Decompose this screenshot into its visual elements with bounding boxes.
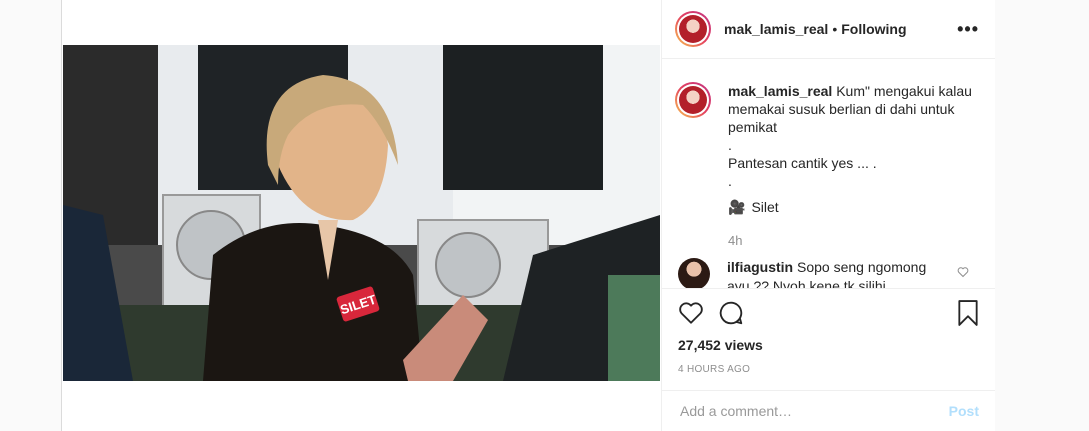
- caption-line: memakai susuk berlian di dahi untuk: [728, 101, 955, 117]
- caption-line: .: [728, 173, 732, 189]
- commenter-avatar[interactable]: [678, 258, 710, 288]
- instagram-post: SILET mak_lamis_real • Following ••• mak…: [61, 0, 995, 431]
- author-avatar[interactable]: [675, 11, 711, 47]
- video-player[interactable]: SILET: [63, 45, 660, 381]
- caption-line: Kum" mengakui kalau: [836, 83, 972, 99]
- more-options-icon[interactable]: •••: [957, 19, 979, 40]
- bookmark-icon[interactable]: [957, 300, 979, 326]
- header-separator: •: [832, 21, 838, 37]
- comment-bubble-icon[interactable]: [718, 300, 744, 326]
- caption-time[interactable]: 4h: [728, 232, 979, 250]
- post-actions: 27,452 views 4 HOURS AGO: [662, 288, 995, 375]
- comments-section: mak_lamis_real Kum" mengakui kalau memak…: [662, 60, 995, 288]
- caption-line: pemikat: [728, 119, 778, 135]
- author-username[interactable]: mak_lamis_real: [724, 21, 828, 37]
- comment-input[interactable]: [678, 402, 949, 420]
- post-media: SILET: [62, 0, 661, 431]
- post-header: mak_lamis_real • Following •••: [662, 0, 995, 59]
- movie-camera-icon: 🎥: [728, 199, 746, 215]
- channel-label: Silet: [751, 199, 779, 215]
- following-button[interactable]: Following: [841, 21, 906, 37]
- post-comment-button[interactable]: Post: [949, 403, 979, 419]
- like-comment-icon[interactable]: [957, 266, 969, 288]
- post-sidebar: mak_lamis_real • Following ••• mak_lamis…: [661, 0, 995, 431]
- caption-username[interactable]: mak_lamis_real: [728, 83, 832, 99]
- post-timestamp[interactable]: 4 HOURS AGO: [678, 364, 979, 375]
- add-comment-bar: Post: [662, 390, 995, 431]
- caption-line: Pantesan cantik yes ... .: [728, 155, 877, 171]
- caption: mak_lamis_real Kum" mengakui kalau memak…: [675, 82, 979, 250]
- like-heart-icon[interactable]: [678, 300, 704, 326]
- caption-channel: 🎥 Silet: [728, 198, 979, 216]
- comment-item: ilfiagustin Sopo seng ngomong ayu ?? Nyo…: [675, 258, 979, 288]
- action-icons: [678, 289, 979, 337]
- caption-avatar[interactable]: [675, 82, 711, 118]
- caption-line: .: [728, 137, 732, 153]
- video-frame: [63, 45, 660, 381]
- view-count[interactable]: 27,452 views: [678, 337, 979, 353]
- commenter-username[interactable]: ilfiagustin: [727, 259, 793, 275]
